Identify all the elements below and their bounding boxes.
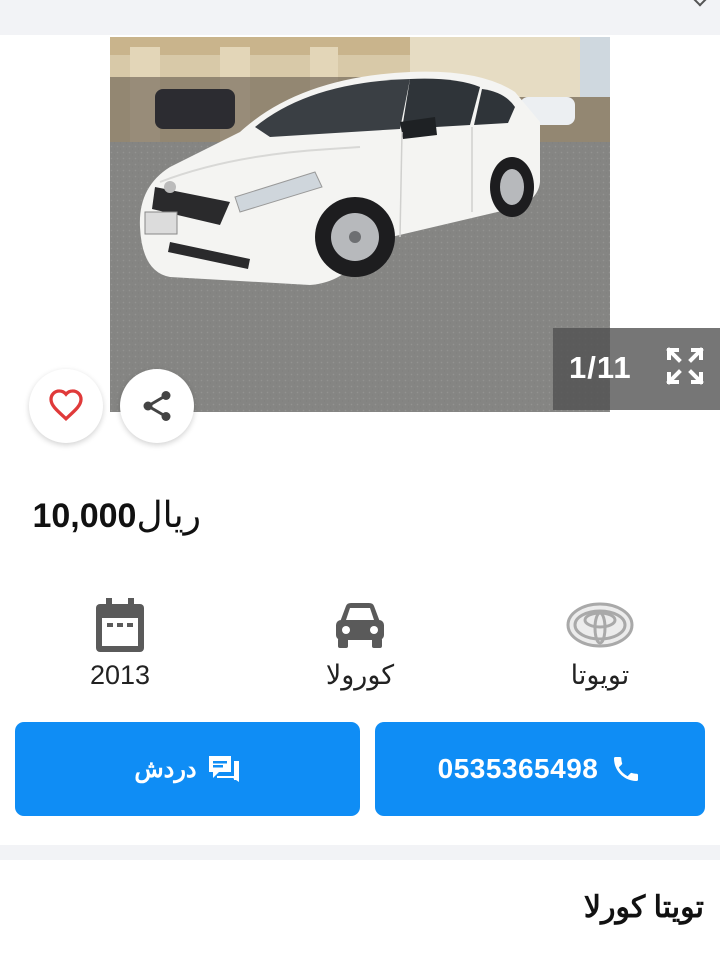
favorite-button[interactable] — [29, 369, 103, 443]
spec-year-value: 2013 — [89, 660, 151, 690]
share-icon — [143, 391, 171, 421]
toyota-logo-icon — [566, 602, 634, 648]
car-photo[interactable] — [110, 37, 610, 412]
chat-button-label: دردش — [134, 755, 197, 783]
spec-year: 2013 — [30, 596, 210, 691]
top-bar — [0, 0, 720, 35]
phone-icon — [614, 757, 639, 781]
listing-page: 1/11 ريال10,000 2013 كورولا تويوتا دردش … — [0, 0, 720, 957]
call-button[interactable]: 0535365498 — [375, 722, 705, 816]
chevron-right-icon — [648, 192, 665, 218]
price: ريال10,000 — [32, 494, 213, 536]
image-gallery[interactable]: 1/11 — [0, 35, 720, 412]
spec-make-value: تويوتا — [570, 660, 630, 690]
spec-model-value: كورولا — [325, 660, 395, 690]
previous-image-button[interactable] — [40, 185, 80, 225]
chat-icon — [208, 756, 239, 782]
phone-number: 0535365498 — [437, 753, 599, 784]
image-counter-text: 1/11 — [569, 350, 632, 385]
share-button[interactable] — [120, 369, 194, 443]
section-divider — [0, 845, 720, 860]
spec-model: كورولا — [270, 596, 450, 691]
chat-button[interactable]: دردش — [15, 722, 360, 816]
chevron-left-icon — [51, 192, 68, 218]
next-image-button[interactable] — [636, 185, 676, 225]
price-amount: 10,000 — [32, 497, 137, 535]
calendar-icon — [96, 598, 144, 652]
price-currency: ريال — [136, 494, 201, 535]
heart-icon — [49, 389, 83, 422]
listing-title: تويتا كورلا — [583, 891, 704, 924]
expand-icon[interactable] — [665, 346, 705, 386]
image-counter: 1/11 — [553, 328, 720, 410]
spec-make: تويوتا — [510, 596, 690, 691]
car-icon — [336, 603, 384, 648]
chevron-down-icon[interactable] — [691, 0, 709, 7]
